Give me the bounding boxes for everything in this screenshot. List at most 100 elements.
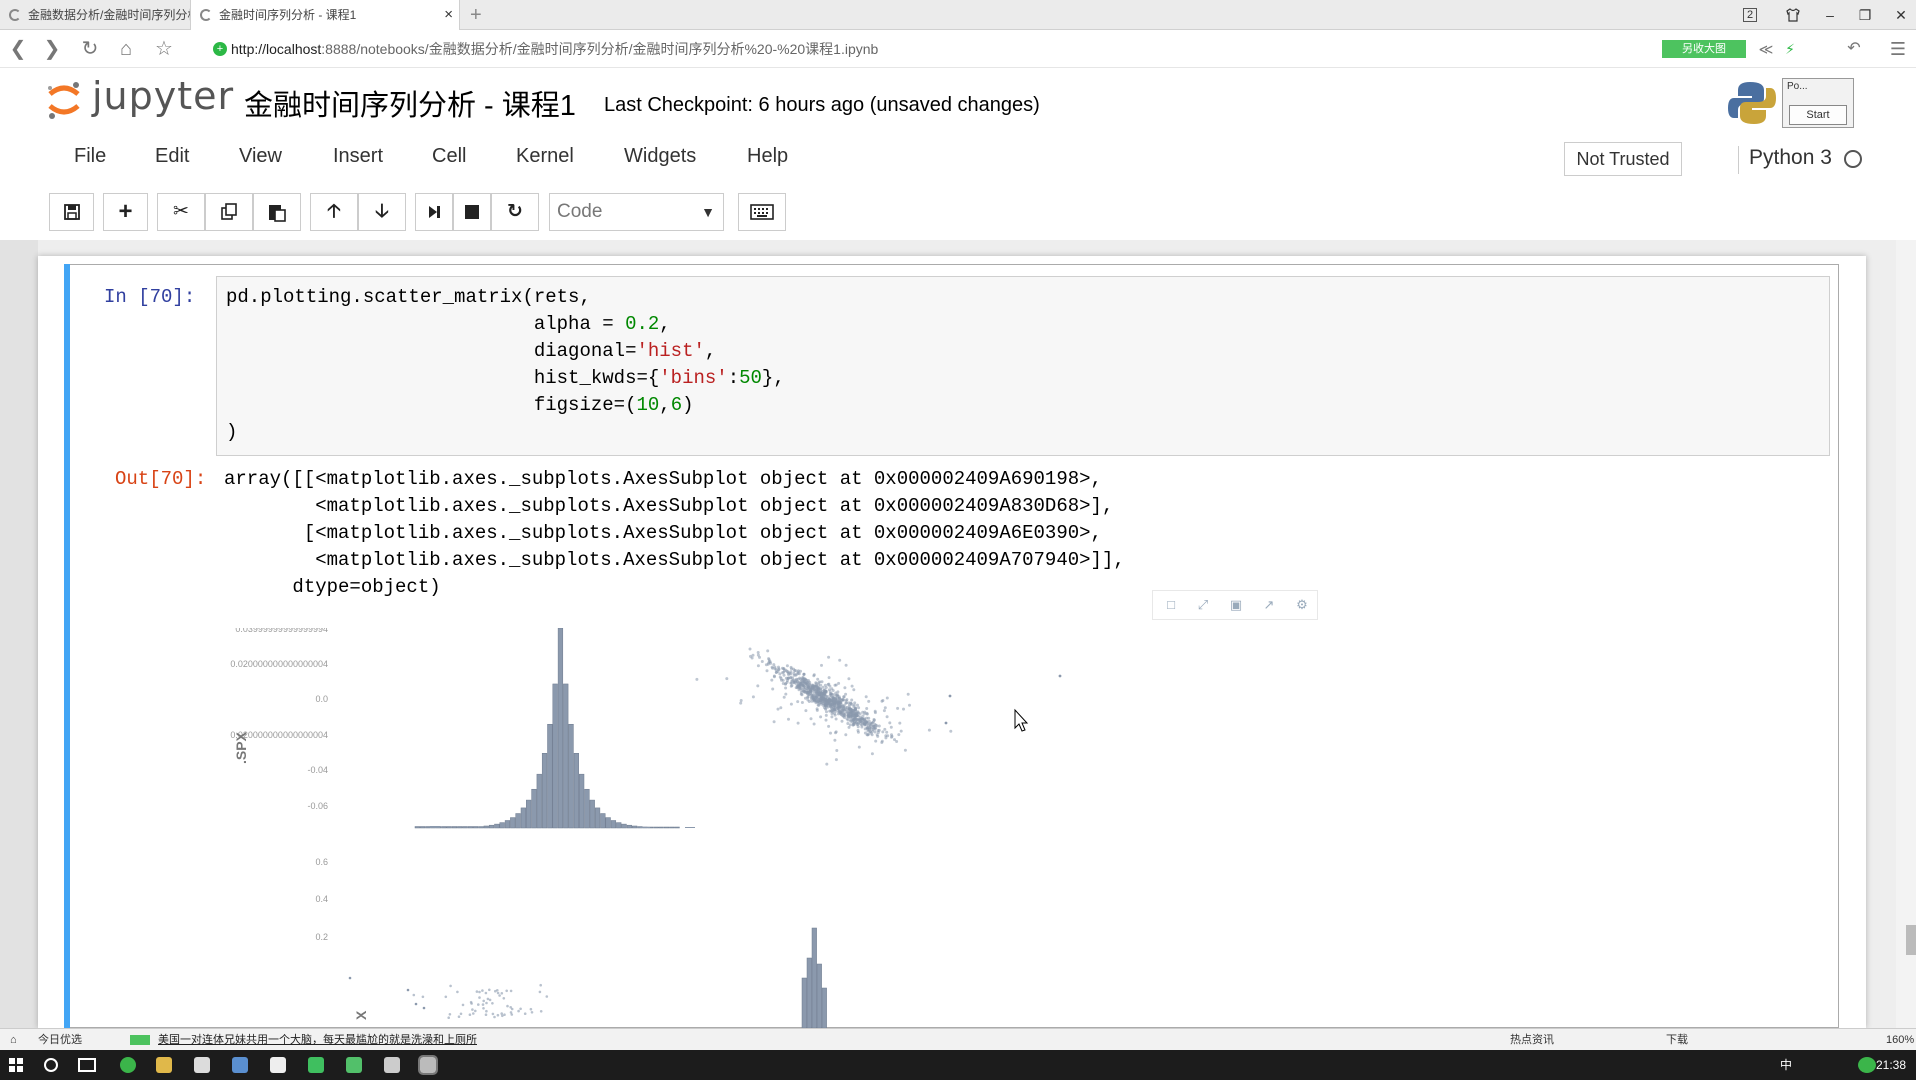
menu-icon[interactable]: ☰ (1884, 30, 1912, 68)
copy-button[interactable] (205, 193, 253, 231)
shield-app-icon[interactable] (232, 1057, 248, 1073)
loading-icon (9, 9, 21, 21)
browser-tab-2[interactable]: 金融时间序列分析 - 课程1 × (190, 0, 460, 30)
move-up-button[interactable]: 🡡 (310, 193, 358, 231)
lightning-icon[interactable]: ⚡ (1776, 30, 1804, 68)
extension-button[interactable]: 另收大图 (1662, 40, 1746, 58)
popup-window[interactable]: Po... Start (1782, 78, 1854, 128)
settings-gear-icon[interactable]: ⚙ (1294, 597, 1310, 613)
scatter-point (857, 721, 860, 725)
scatter-point (876, 734, 880, 738)
status-left-label[interactable]: 今日优选 (38, 1029, 82, 1051)
app-icon[interactable] (346, 1057, 362, 1073)
python-app-icon[interactable] (418, 1055, 438, 1075)
scatter-point (903, 748, 907, 752)
save-icon[interactable]: ▣ (1228, 597, 1244, 613)
app-icon[interactable] (308, 1057, 324, 1073)
start-button[interactable]: Start (1789, 105, 1847, 125)
histogram-bar (462, 826, 468, 829)
kernel-name[interactable]: Python 3 (1749, 146, 1832, 170)
scatter-point (801, 676, 804, 680)
scatter-point (496, 991, 500, 995)
menu-insert[interactable]: Insert (333, 145, 383, 168)
task-view-icon[interactable] (78, 1058, 96, 1072)
vertical-scrollbar[interactable] (1896, 240, 1916, 1028)
back-icon[interactable]: ❮ (4, 30, 32, 68)
browser-app-icon[interactable] (120, 1057, 136, 1073)
clock[interactable]: 21:38 (1876, 1050, 1906, 1080)
scatter-point (725, 677, 729, 681)
reload-icon[interactable]: ↻ (76, 30, 104, 68)
app-icon[interactable] (384, 1057, 400, 1073)
home-icon[interactable]: ⌂ (112, 30, 140, 68)
paste-button[interactable] (253, 193, 301, 231)
app-icon[interactable] (194, 1057, 210, 1073)
menu-file[interactable]: File (74, 145, 106, 168)
cut-button[interactable]: ✂ (157, 193, 205, 231)
windows-start-icon[interactable] (9, 1058, 23, 1072)
restart-button[interactable]: ↻ (491, 193, 539, 231)
forward-icon[interactable]: ❯ (38, 30, 66, 68)
scatter-point (833, 738, 837, 742)
browser-tab-1[interactable]: 金融数据分析/金融时间序列分析 (0, 0, 190, 30)
window-count-badge[interactable]: 2 (1735, 0, 1765, 30)
scatter-point (881, 699, 885, 702)
interrupt-button[interactable] (453, 193, 491, 231)
close-tab-icon[interactable]: × (444, 0, 453, 30)
tray-badge-icon[interactable] (1858, 1057, 1876, 1073)
star-icon[interactable]: ☆ (150, 30, 178, 68)
scrollbar-thumb[interactable] (1906, 925, 1916, 955)
restore-icon[interactable]: ❐ (1850, 0, 1880, 30)
cell-type-select[interactable]: Code ▼ (549, 193, 724, 231)
scatter-point (809, 687, 813, 691)
scatter-point (835, 749, 839, 752)
scatter-point (412, 993, 416, 997)
url-field[interactable]: http://localhost:8888/notebooks/金融数据分析/金… (231, 30, 878, 68)
clipboard-icon[interactable]: □ (1163, 597, 1179, 613)
jupyter-logo-icon[interactable] (46, 80, 82, 120)
scatter-point (771, 666, 775, 670)
zoom-level[interactable]: 160% (1886, 1029, 1914, 1051)
menu-edit[interactable]: Edit (155, 145, 189, 168)
kernel-divider (1738, 146, 1739, 174)
y-tick-label: 0.0 (315, 694, 328, 704)
code-token: ) (226, 421, 238, 443)
histogram-bar (414, 826, 420, 829)
minimize-icon[interactable]: – (1815, 0, 1845, 30)
scatter-point (882, 709, 886, 713)
download-link[interactable]: 下载 (1666, 1029, 1688, 1051)
trust-button[interactable]: Not Trusted (1564, 142, 1682, 176)
menu-cell[interactable]: Cell (432, 145, 466, 168)
scatter-point (778, 672, 782, 676)
ime-indicator[interactable]: 中 (1780, 1050, 1792, 1080)
command-palette-button[interactable] (738, 193, 786, 231)
menu-view[interactable]: View (239, 145, 282, 168)
news-link[interactable]: 美国一对连体兄妹共用一个大脑，每天最尴尬的就是洗澡和上厕所 (158, 1029, 477, 1051)
hot-news-link[interactable]: 热点资讯 (1510, 1029, 1554, 1051)
undo-icon[interactable]: ↶ (1840, 30, 1868, 68)
code-text[interactable]: pd.plotting.scatter_matrix(rets, alpha =… (226, 284, 785, 446)
close-window-icon[interactable]: ✕ (1886, 0, 1916, 30)
app-icon[interactable] (270, 1057, 286, 1073)
search-icon[interactable] (44, 1058, 58, 1072)
share-icon[interactable]: ↗ (1261, 597, 1277, 613)
folder-app-icon[interactable] (156, 1057, 172, 1073)
histogram-bar (579, 773, 585, 829)
home-icon[interactable]: ⌂ (10, 1029, 17, 1051)
save-button[interactable] (49, 193, 94, 231)
run-button[interactable] (415, 193, 453, 231)
code-string: 'hist' (636, 340, 705, 362)
menu-kernel[interactable]: Kernel (516, 145, 574, 168)
scatter-point (482, 1007, 485, 1010)
new-tab-button[interactable]: + (470, 0, 482, 30)
notebook-title[interactable]: 金融时间序列分析 - 课程1 (244, 82, 576, 124)
expand-icon[interactable]: ⤢ (1195, 597, 1211, 613)
menu-help[interactable]: Help (747, 145, 788, 168)
jupyter-logo-text[interactable]: jupyter (92, 74, 234, 118)
shirt-icon[interactable] (1778, 0, 1808, 30)
output-line: dtype=object) (224, 576, 441, 598)
insert-cell-button[interactable]: + (103, 193, 148, 231)
scatter-point (867, 732, 871, 736)
move-down-button[interactable]: 🡣 (358, 193, 406, 231)
menu-widgets[interactable]: Widgets (624, 145, 696, 168)
